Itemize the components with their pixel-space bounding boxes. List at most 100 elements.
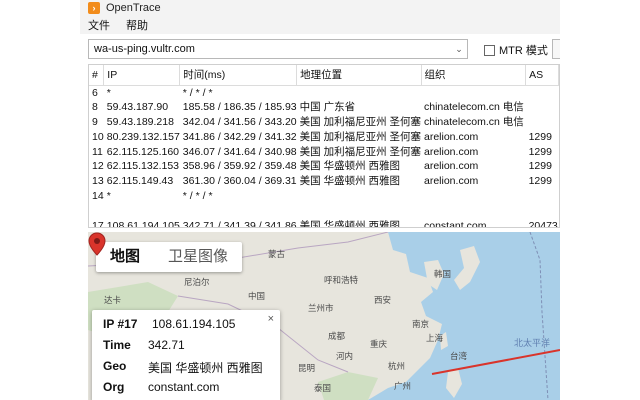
cell-org: [421, 189, 526, 204]
popup-ip-row: IP #17 108.61.194.105: [103, 317, 235, 331]
cell-ip: 62.115.125.160: [106, 145, 180, 158]
cell-org: arelion.com: [424, 175, 479, 188]
column-header-ip[interactable]: IP: [103, 65, 181, 86]
cell-ip: 108.61.194.105: [106, 219, 180, 228]
cell-org: arelion.com: [424, 130, 479, 143]
cell-geo: 美国 加利福尼亚州 圣何塞: [299, 130, 421, 143]
cell-index: 13: [92, 175, 104, 188]
satellite-view-button[interactable]: 卫星图像: [154, 242, 242, 272]
mtr-checkbox[interactable]: [484, 44, 495, 56]
map-label-korea: 韩国: [434, 269, 452, 279]
cell-as: [526, 204, 559, 219]
cell-ip: 62.115.149.43: [106, 175, 174, 188]
cell-time: * / * / *: [182, 190, 213, 203]
cell-index: 9: [92, 116, 98, 129]
menu-help[interactable]: 帮助: [118, 17, 156, 33]
location-pin-icon[interactable]: [88, 232, 106, 256]
mtr-toggle[interactable]: MTR 模式: [484, 42, 548, 58]
cell-geo: 美国 加利福尼亚州 圣何塞: [299, 116, 421, 129]
table-row[interactable]: 8 59.43.187.90 185.58 / 186.35 / 185.93 中国 …: [89, 100, 559, 115]
hops-grid: # IP 时间(ms) 地理位置 组织 AS 6 * * / * / * 8 59.43…: [89, 65, 559, 228]
cell-org: constant.com: [424, 219, 487, 228]
cell-ip: *: [106, 190, 111, 203]
cell-org: [421, 204, 526, 219]
app-window: › OpenTrace 文件 帮助 wa-us-ping.vultr.com ⌄…: [80, 0, 560, 400]
cell-ip: 59.43.189.218: [106, 116, 174, 129]
table-row[interactable]: 10 80.239.132.157 341.86 / 342.29 / 341.32…: [89, 130, 559, 145]
map-label-pacific: 北太平洋: [514, 338, 551, 348]
cell-ip: [104, 204, 180, 219]
table-row[interactable]: 17 108.61.194.105 342.71 / 341.39 / 341.86…: [89, 219, 559, 228]
chevron-down-icon[interactable]: ⌄: [451, 44, 467, 55]
map-label-guangzhou: 广州: [394, 381, 412, 391]
table-row[interactable]: 14 * * / * / *: [89, 189, 559, 204]
cell-org: [421, 85, 526, 100]
cell-index: 12: [92, 160, 104, 173]
cell-index: 11: [92, 145, 103, 158]
cell-geo: 美国 华盛顿州 西雅图: [299, 175, 400, 188]
target-host-input[interactable]: wa-us-ping.vultr.com ⌄: [88, 39, 468, 59]
table-row[interactable]: 9 59.43.189.218 342.04 / 341.56 / 343.20 美国…: [89, 115, 559, 130]
map-label-kunming: 昆明: [298, 363, 316, 373]
cell-org: arelion.com: [424, 160, 479, 173]
map-label-kathmandu: 尼泊尔: [184, 277, 210, 287]
cell-time: * / * / *: [182, 86, 213, 99]
cell-as: [526, 115, 559, 130]
cell-org: arelion.com: [424, 145, 479, 158]
mtr-label[interactable]: MTR 模式: [499, 42, 548, 58]
cell-index: [89, 204, 104, 219]
column-header-org[interactable]: 组织: [421, 65, 527, 86]
table-row[interactable]: 12 62.115.132.153 358.96 / 359.92 / 359.48…: [89, 159, 559, 174]
popup-org-row: Org constant.com: [103, 380, 219, 394]
cell-index: 8: [92, 101, 98, 114]
menu-file[interactable]: 文件: [80, 17, 118, 33]
column-header-as[interactable]: AS: [525, 65, 559, 86]
menu-bar: 文件 帮助: [80, 16, 560, 34]
map-label-mongolia: 蒙古: [268, 249, 286, 259]
map-label-xian: 西安: [374, 295, 392, 305]
cell-ip: 80.239.132.157: [106, 130, 180, 143]
map-label-thailand: 泰国: [314, 383, 332, 393]
column-header-geo[interactable]: 地理位置: [296, 65, 422, 86]
table-row[interactable]: 11 62.115.125.160 346.07 / 341.64 / 340.98…: [89, 145, 559, 160]
popup-time-row: Time 342.71: [103, 338, 185, 352]
cell-geo: [297, 204, 421, 219]
popup-geo-value: 美国 华盛顿州 西雅图: [148, 361, 263, 375]
popup-time-value: 342.71: [148, 338, 185, 352]
hop-info-popup: × IP #17 108.61.194.105 Time 342.71 Geo …: [92, 310, 280, 400]
cell-index: 17: [92, 219, 104, 228]
route-map[interactable]: 达卡 尼泊尔 中国 蒙古 呼和浩特 兰州市 西安 成都 重庆 南京 上海 韩国 …: [88, 232, 560, 400]
table-row[interactable]: 6 * * / * / *: [89, 85, 559, 100]
cell-time: 342.04 / 341.56 / 343.20: [182, 116, 297, 129]
map-label-china: 中国: [248, 291, 266, 301]
popup-geo-key: Geo: [103, 359, 127, 373]
table-row[interactable]: 13 62.115.149.43 361.30 / 360.04 / 369.31 美…: [89, 174, 559, 189]
map-label-taiwan: 台湾: [450, 351, 468, 361]
popup-time-key: Time: [103, 338, 131, 352]
popup-ip-key: IP #17: [103, 317, 138, 331]
cell-as: [526, 189, 559, 204]
column-header-index[interactable]: #: [89, 65, 105, 86]
start-trace-button[interactable]: [552, 39, 560, 59]
popup-org-key: Org: [103, 380, 125, 394]
cell-time: 342.71 / 341.39 / 341.86: [182, 219, 297, 228]
cell-as: 1299: [528, 145, 552, 158]
cell-as: 1299: [528, 160, 552, 173]
popup-ip-value: 108.61.194.105: [152, 317, 236, 331]
cell-ip: 62.115.132.153: [106, 160, 180, 173]
cell-org: chinatelecom.cn 电信: [424, 116, 524, 129]
cell-org: chinatelecom.cn 电信: [424, 101, 524, 114]
close-icon[interactable]: ×: [268, 313, 274, 325]
map-label-lanzhou: 兰州市: [308, 303, 334, 313]
title-bar: › OpenTrace: [80, 0, 560, 16]
map-label-shanghai: 上海: [426, 333, 444, 343]
column-header-time[interactable]: 时间(ms): [179, 65, 298, 86]
map-label-chengdu: 成都: [328, 331, 346, 341]
target-host-value[interactable]: wa-us-ping.vultr.com: [89, 43, 451, 55]
popup-geo-row: Geo 美国 华盛顿州 西雅图: [103, 359, 263, 376]
table-row[interactable]: [89, 204, 559, 219]
cell-index: 6: [92, 86, 98, 99]
cell-geo: [297, 85, 421, 100]
cell-time: 346.07 / 341.64 / 340.98: [182, 145, 297, 158]
toolbar: wa-us-ping.vultr.com ⌄ MTR 模式: [80, 36, 560, 62]
